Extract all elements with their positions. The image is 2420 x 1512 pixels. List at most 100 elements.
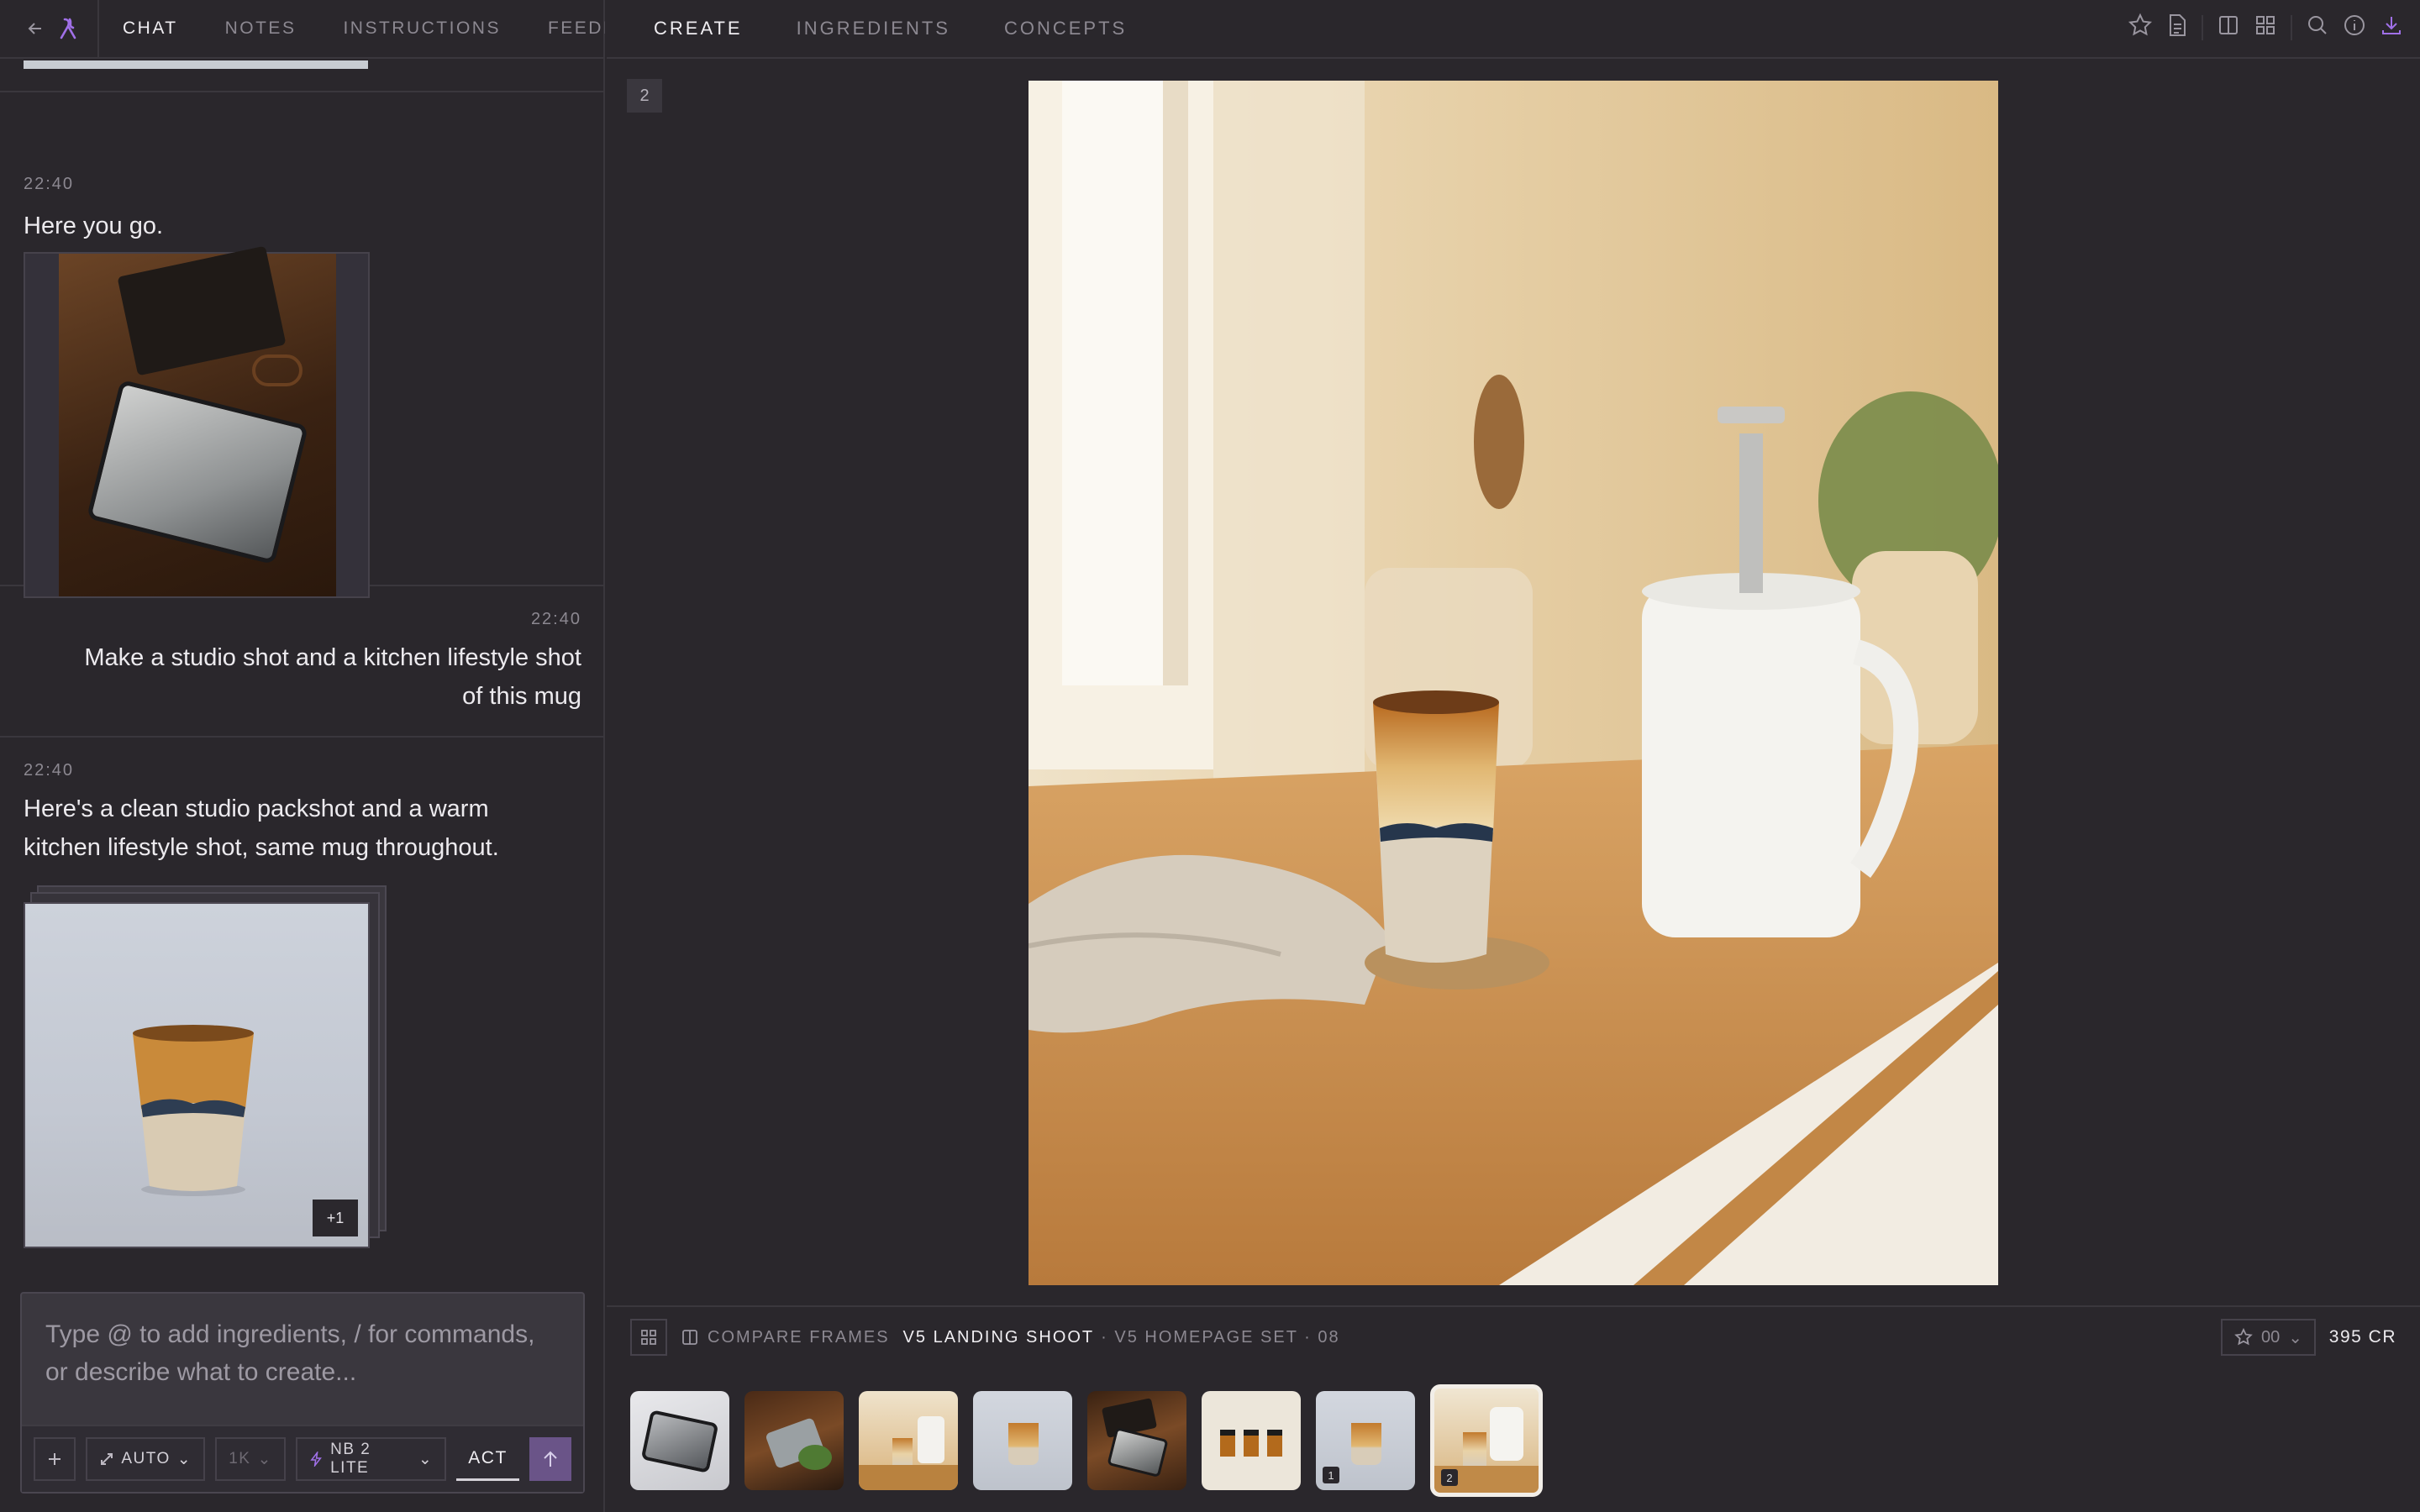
tab-instructions[interactable]: INSTRUCTIONS <box>343 18 501 39</box>
tab-concepts[interactable]: CONCEPTS <box>1004 18 1127 39</box>
mode-toggle[interactable]: ACT <box>456 1437 519 1481</box>
divider <box>2291 14 2292 40</box>
resolution-value: 1K <box>229 1450 251 1467</box>
credits-counter: 395 CR <box>2328 1327 2396 1347</box>
rating-select[interactable]: 00 ⌄ <box>2220 1319 2316 1356</box>
model-select[interactable]: NB 2 LITE ⌄ <box>295 1437 447 1481</box>
message-text: Make a studio shot and a kitchen lifesty… <box>84 644 581 710</box>
tab-feedback[interactable]: FEEDBA <box>548 18 605 39</box>
left-tabs: CHAT NOTES INSTRUCTIONS FEEDBA <box>111 18 605 39</box>
studio-mug-image[interactable]: +1 <box>24 902 370 1248</box>
add-button[interactable] <box>34 1437 76 1481</box>
press-shape <box>1490 1407 1523 1461</box>
bottom-bar: COMPARE FRAMES V5 LANDING SHOOT · V5 HOM… <box>607 1305 2420 1512</box>
generated-image[interactable] <box>24 245 370 598</box>
bolt-icon <box>310 1452 322 1467</box>
jar-shape <box>1267 1430 1282 1457</box>
frame-thumbnail-selected[interactable]: 2 <box>1430 1384 1543 1497</box>
logo-icon[interactable] <box>52 12 86 45</box>
wallet-photo <box>59 245 336 596</box>
split-view-icon[interactable] <box>2217 13 2240 41</box>
frame-number-badge: 2 <box>627 79 662 113</box>
expand-icon <box>101 1453 113 1465</box>
arrow-up-icon <box>544 1451 557 1467</box>
frame-thumbnail[interactable] <box>1202 1391 1301 1490</box>
right-topbar: CREATE INGREDIENTS CONCEPTS <box>607 0 2420 59</box>
mug-shape <box>133 1025 254 1196</box>
set-info: · V5 HOMEPAGE SET · 08 <box>1101 1327 1340 1347</box>
compare-frames-label: COMPARE FRAMES <box>708 1327 890 1347</box>
right-tabs: CREATE INGREDIENTS CONCEPTS <box>607 18 1127 39</box>
mug-shape <box>1351 1423 1381 1465</box>
herb-shape <box>798 1445 832 1470</box>
press-shape <box>918 1416 944 1463</box>
frame-info-bar: COMPARE FRAMES V5 LANDING SHOOT · V5 HOM… <box>630 1319 2396 1356</box>
mug-shape <box>1463 1432 1486 1466</box>
compare-frames-button[interactable]: COMPARE FRAMES <box>681 1328 890 1347</box>
frame-thumbnail[interactable] <box>744 1391 844 1490</box>
grid-icon[interactable] <box>2254 13 2277 41</box>
message-text: Here you go. <box>24 213 164 239</box>
info-icon[interactable] <box>2343 13 2366 41</box>
tab-create[interactable]: CREATE <box>654 18 743 39</box>
message-time: 22:40 <box>24 175 75 193</box>
send-button[interactable] <box>529 1437 571 1481</box>
back-arrow-icon[interactable] <box>18 12 52 45</box>
message-time: 22:40 <box>530 610 581 628</box>
divider <box>97 0 99 58</box>
wallet-shape <box>640 1410 719 1473</box>
wallet-shape <box>1107 1426 1169 1478</box>
toolbar-icons <box>2128 13 2403 42</box>
chat-message: 22:40 Make a studio shot and a kitchen l… <box>0 586 605 738</box>
composer-input[interactable]: Type @ to add ingredients, / for command… <box>45 1315 560 1391</box>
star-icon[interactable] <box>2128 13 2153 42</box>
grid-icon <box>641 1330 656 1345</box>
jar-shape <box>1220 1430 1235 1457</box>
composer-toolbar: AUTO ⌄ 1K ⌄ NB 2 LITE ⌄ ACT <box>22 1425 583 1492</box>
frame-thumbnail[interactable] <box>973 1391 1072 1490</box>
mug-shape <box>1008 1423 1039 1465</box>
frame-thumbnail[interactable] <box>1087 1391 1186 1490</box>
document-icon[interactable] <box>2166 13 2188 42</box>
frame-badge: 2 <box>1441 1469 1458 1486</box>
tab-ingredients[interactable]: INGREDIENTS <box>797 18 950 39</box>
canvas-panel: CREATE INGREDIENTS CONCEPTS 2 COMPARE FR… <box>607 0 2420 1512</box>
previous-image-edge <box>24 60 368 69</box>
model-value: NB 2 LITE <box>330 1441 371 1477</box>
frame-thumbnail[interactable] <box>630 1391 729 1490</box>
main-canvas-image[interactable] <box>1028 81 1998 1285</box>
left-topbar: CHAT NOTES INSTRUCTIONS FEEDBA <box>0 0 605 59</box>
chat-thread[interactable]: 22:40 Here you go. 22:40 Make a studio s… <box>0 60 605 1270</box>
mug-shape <box>892 1438 913 1467</box>
chevron-down-icon: ⌄ <box>257 1450 272 1468</box>
chevron-down-icon: ⌄ <box>176 1450 192 1468</box>
frame-thumbnail[interactable] <box>859 1391 958 1490</box>
kitchen-scene <box>1028 81 1998 1285</box>
resolution-select[interactable]: 1K ⌄ <box>215 1437 286 1481</box>
plus-icon <box>49 1453 61 1465</box>
download-icon[interactable] <box>2380 13 2403 41</box>
grid-toggle-button[interactable] <box>630 1319 667 1356</box>
star-icon <box>2234 1328 2253 1346</box>
message-composer[interactable]: Type @ to add ingredients, / for command… <box>20 1292 585 1494</box>
rating-value: 00 <box>2260 1327 2281 1347</box>
app: CHAT NOTES INSTRUCTIONS FEEDBA 22:40 Her… <box>0 0 2420 1512</box>
counter-shape <box>859 1465 958 1490</box>
aspect-value: AUTO <box>121 1450 171 1467</box>
shoot-name: V5 LANDING SHOOT <box>902 1327 1095 1347</box>
frame-badge: 1 <box>1323 1467 1339 1483</box>
aspect-select[interactable]: AUTO ⌄ <box>86 1437 206 1481</box>
chat-panel: CHAT NOTES INSTRUCTIONS FEEDBA 22:40 Her… <box>0 0 605 1512</box>
tab-chat[interactable]: CHAT <box>123 18 178 39</box>
stack-count-badge[interactable]: +1 <box>313 1200 358 1236</box>
jar-shape <box>1244 1430 1259 1457</box>
message-time: 22:40 <box>24 761 75 780</box>
split-view-icon <box>682 1330 697 1345</box>
divider <box>2202 14 2203 40</box>
search-icon[interactable] <box>2306 13 2329 41</box>
list-item <box>0 60 605 92</box>
message-text: Here's a clean studio packshot and a war… <box>24 795 499 861</box>
glasses-shape <box>252 354 302 386</box>
tab-notes[interactable]: NOTES <box>225 18 297 39</box>
frame-thumbnail[interactable]: 1 <box>1316 1391 1415 1490</box>
